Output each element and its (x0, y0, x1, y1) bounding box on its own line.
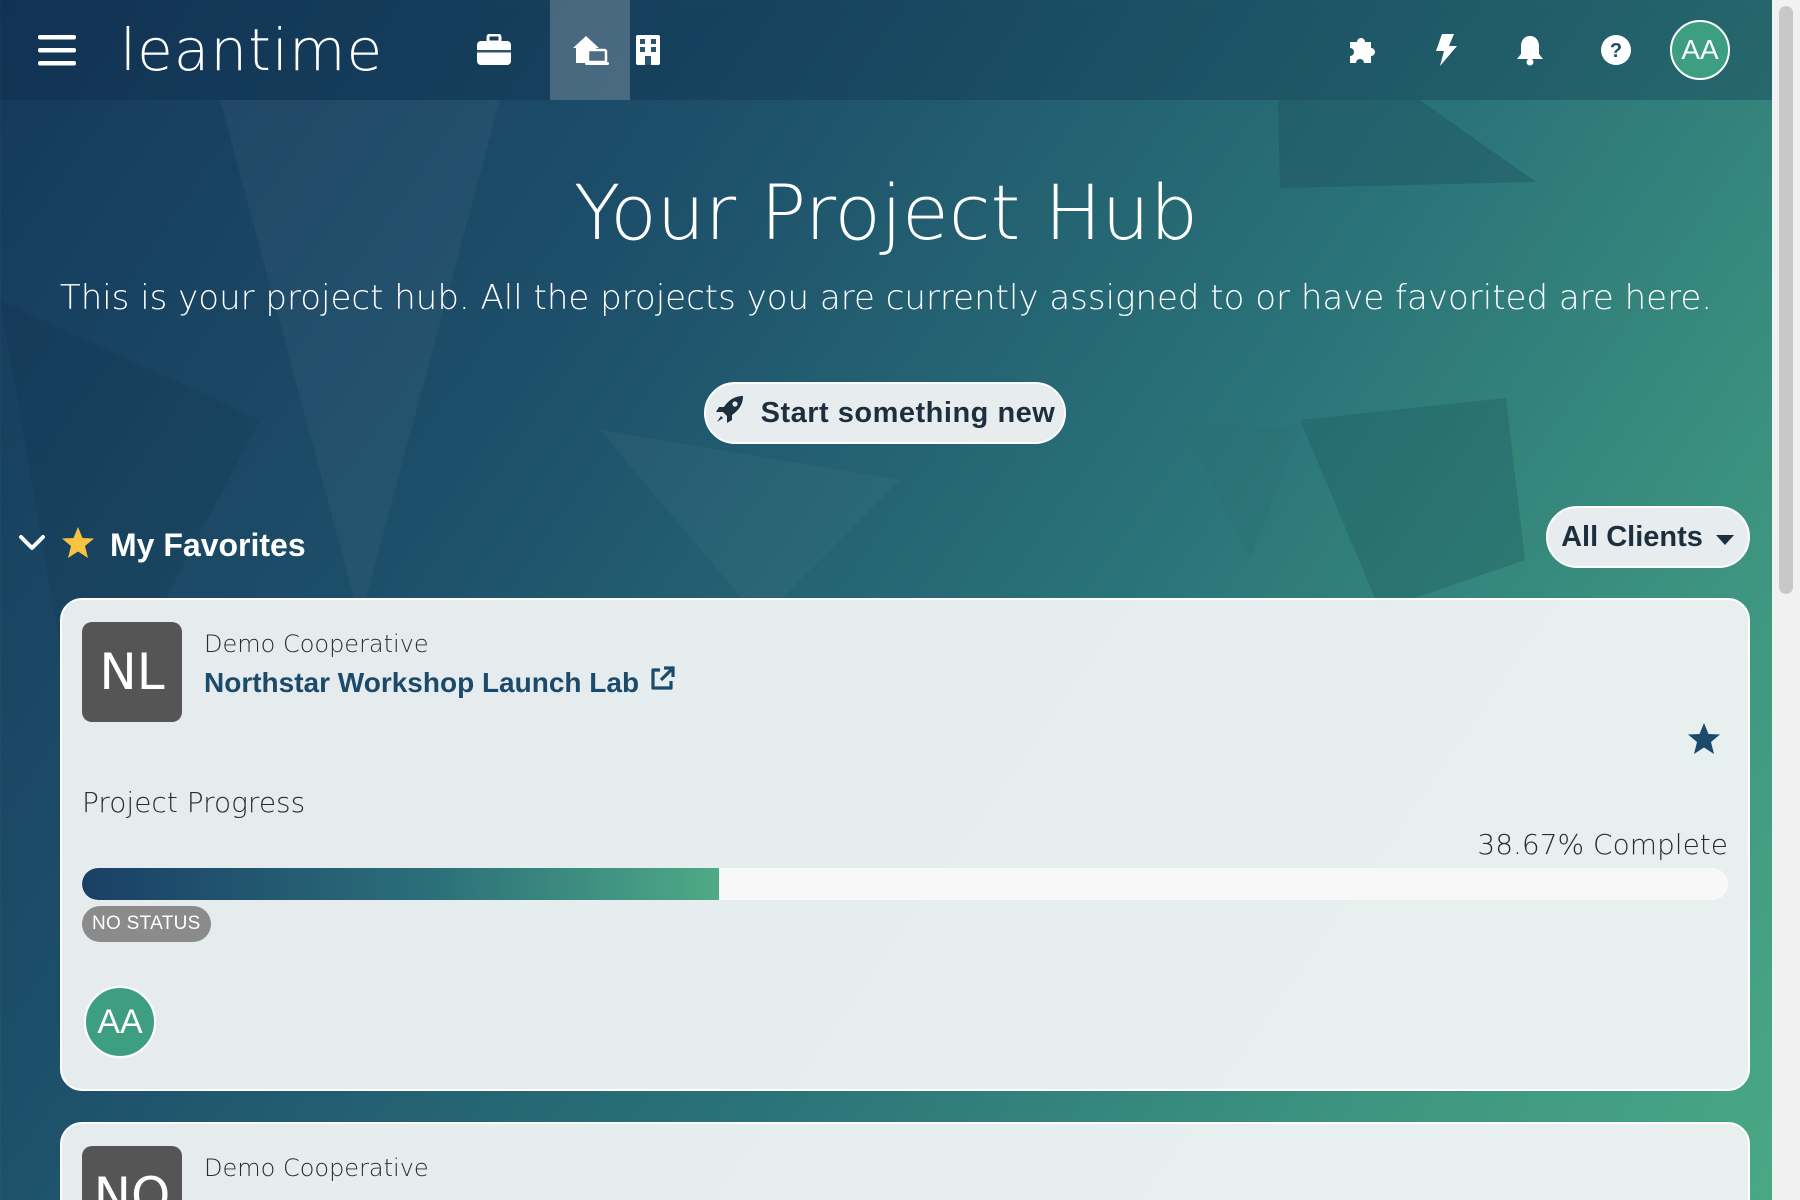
project-card[interactable]: NO Demo Cooperative (60, 1122, 1750, 1200)
all-clients-dropdown[interactable]: All Clients (1546, 506, 1750, 568)
start-button-label: Start something new (760, 396, 1056, 429)
page-subtitle: This is your project hub. All the projec… (59, 278, 1713, 318)
page-scrollbar[interactable] (1772, 0, 1800, 1200)
project-avatar: NO (82, 1146, 182, 1200)
external-link-icon (649, 666, 675, 699)
svg-text:?: ? (1610, 40, 1622, 62)
leantime-logo[interactable]: leantime (120, 10, 383, 90)
top-navigation-bar: leantime ? AA (0, 0, 1772, 100)
project-card[interactable]: NL Demo Cooperative Northstar Workshop L… (60, 598, 1750, 1091)
member-avatar[interactable]: AA (84, 986, 156, 1058)
caret-down-icon (1715, 521, 1735, 554)
briefcase-icon[interactable] (454, 0, 534, 100)
user-avatar[interactable]: AA (1670, 20, 1730, 80)
bolt-icon[interactable] (1414, 18, 1478, 82)
progress-bar-fill (82, 868, 719, 900)
clients-filter-label: All Clients (1561, 520, 1703, 553)
favorite-star-icon[interactable] (1686, 722, 1726, 762)
progress-label: Project Progress (82, 786, 306, 819)
start-something-new-button[interactable]: Start something new (704, 382, 1066, 444)
project-avatar: NL (82, 622, 182, 722)
favorites-title: My Favorites (110, 526, 306, 563)
client-name: Demo Cooperative (204, 1154, 429, 1182)
status-badge: NO STATUS (82, 906, 211, 942)
favorites-section-header[interactable]: My Favorites (18, 520, 306, 570)
chevron-down-icon[interactable] (18, 533, 46, 558)
rocket-icon (715, 394, 745, 432)
progress-percentage: 38.67% Complete (1477, 828, 1728, 861)
hamburger-icon[interactable] (30, 26, 84, 74)
bell-icon[interactable] (1498, 18, 1562, 82)
project-name: Northstar Workshop Launch Lab (204, 666, 640, 698)
page-title: Your Project Hub (573, 168, 1199, 257)
progress-bar (82, 868, 1728, 900)
puzzle-icon[interactable] (1330, 18, 1394, 82)
scrollbar-thumb[interactable] (1779, 6, 1793, 594)
building-icon[interactable] (608, 0, 688, 100)
client-name: Demo Cooperative (204, 630, 429, 658)
star-icon (60, 526, 96, 565)
project-name-link[interactable]: Northstar Workshop Launch Lab (204, 666, 675, 699)
question-circle-icon[interactable]: ? (1584, 18, 1648, 82)
